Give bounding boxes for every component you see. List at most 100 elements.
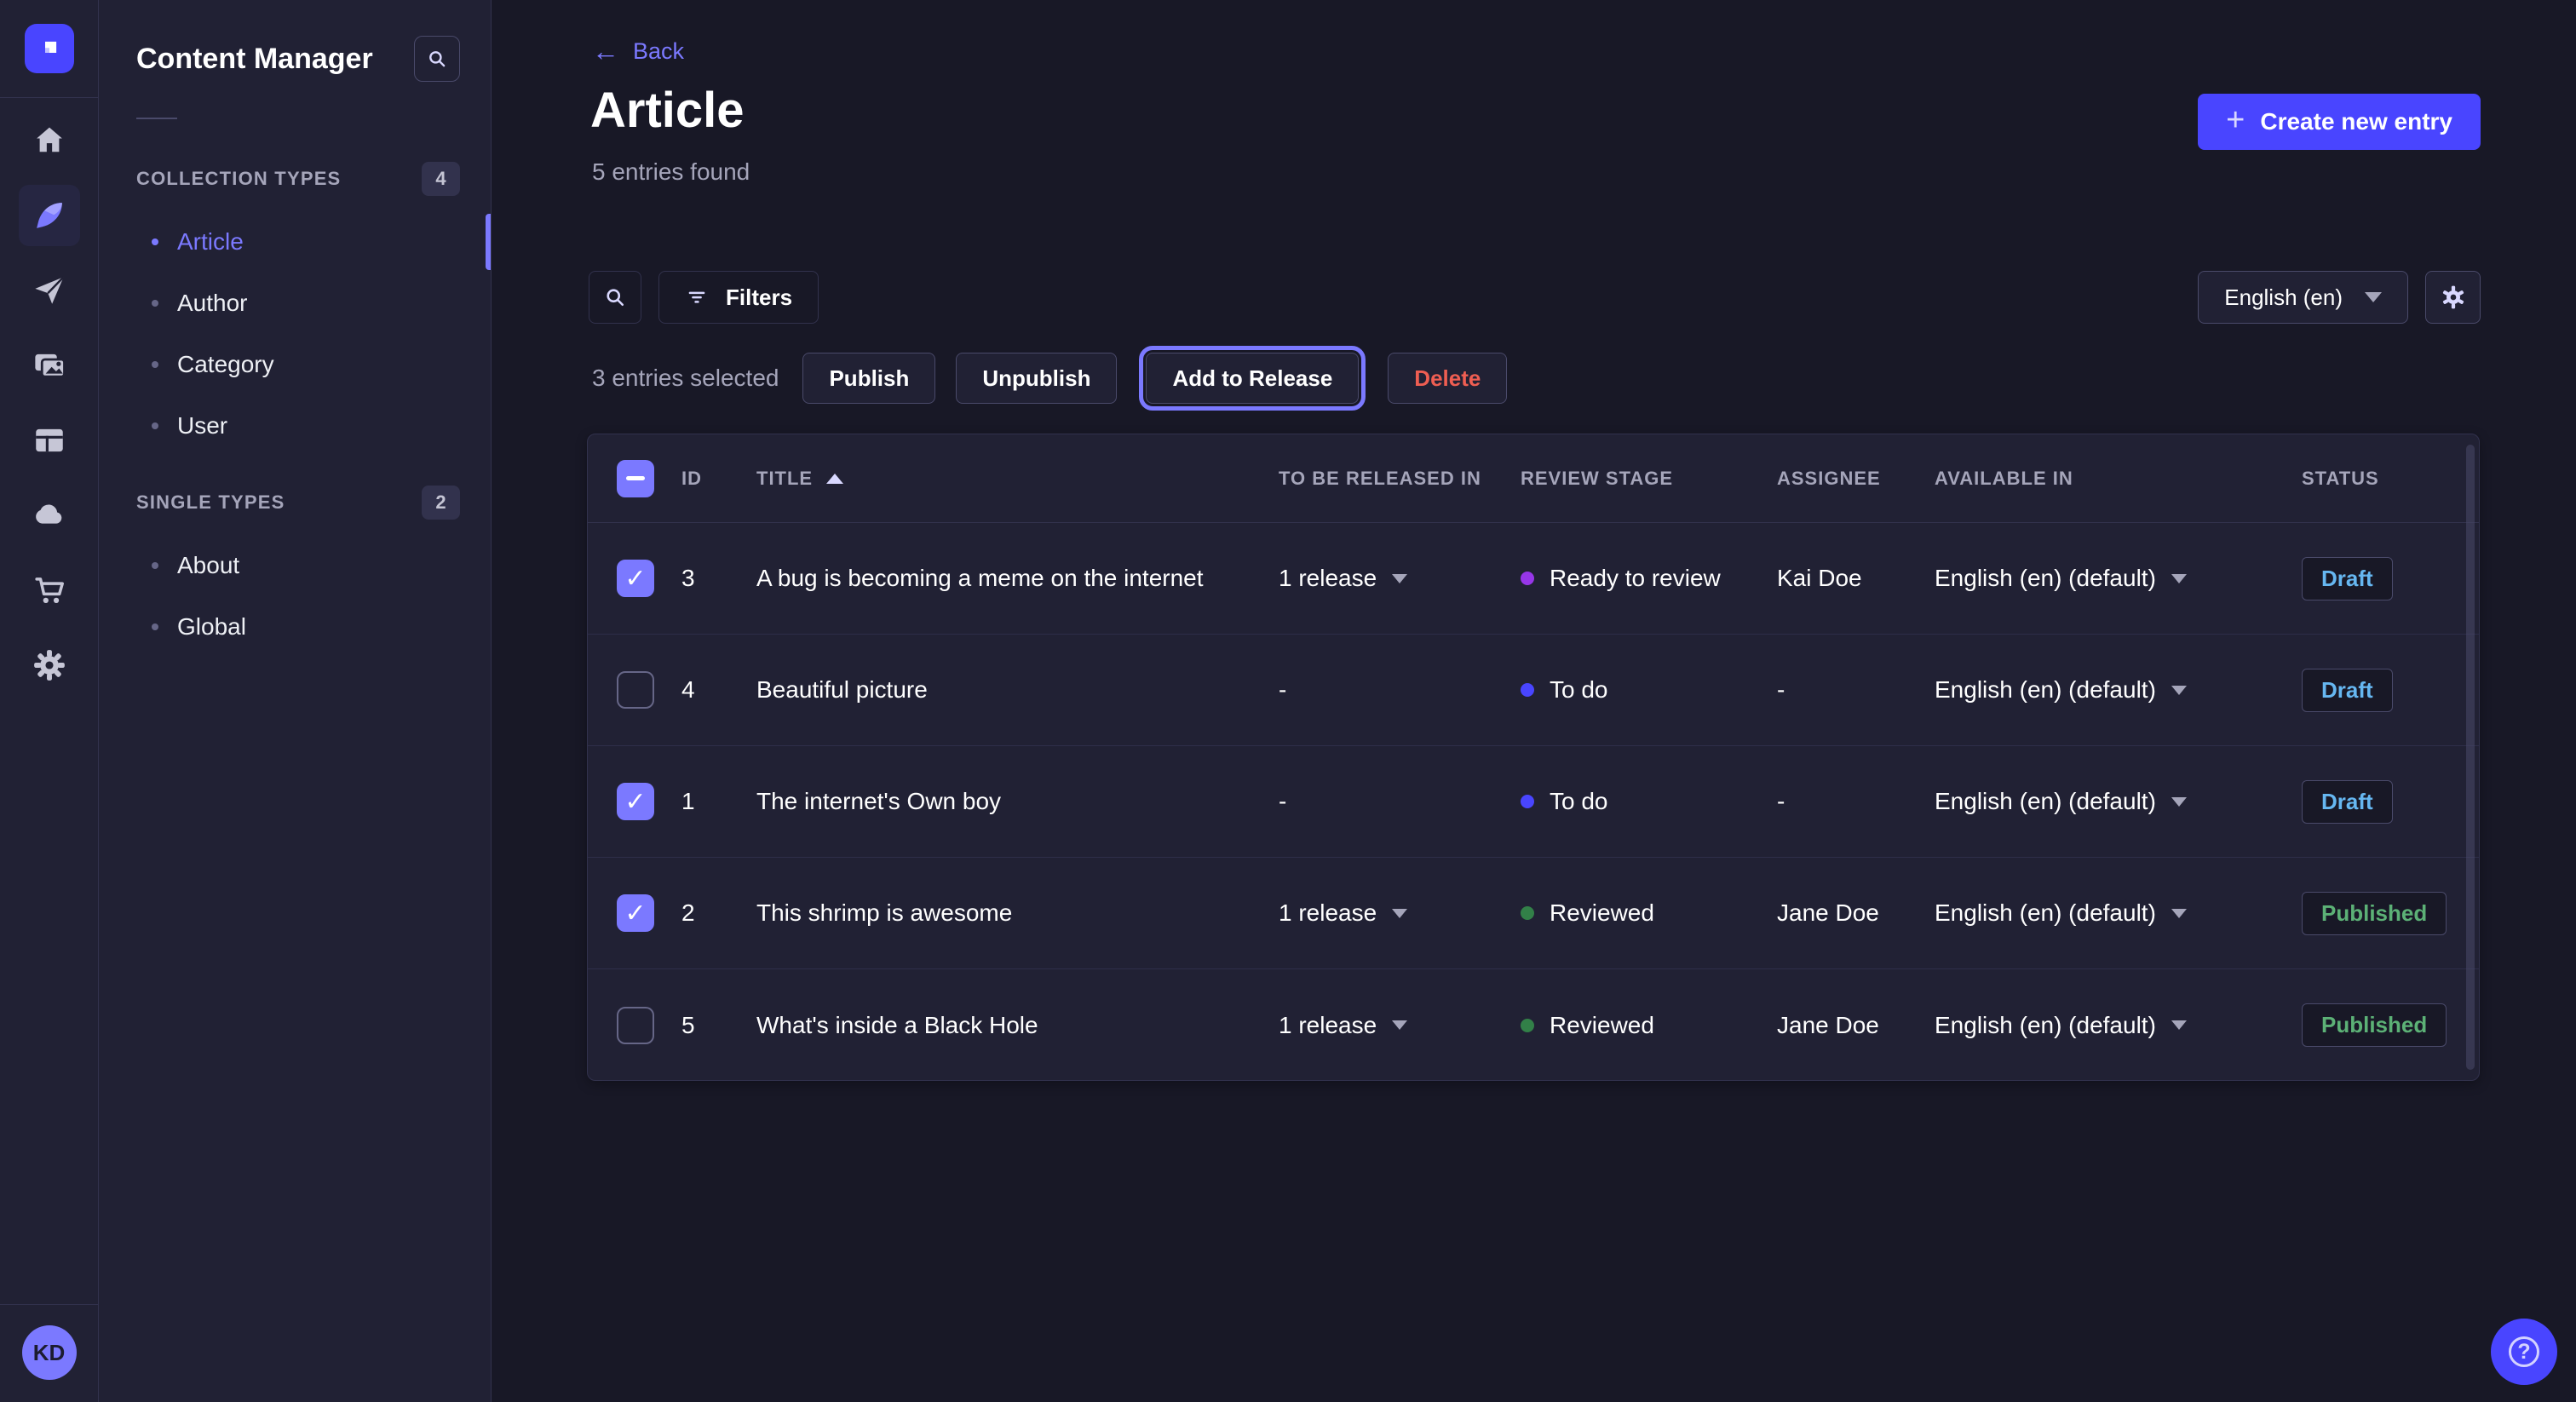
cell-release-dropdown[interactable]: 1 release	[1279, 1012, 1521, 1039]
table-row[interactable]: 4 Beautiful picture - To do - English (e…	[588, 635, 2479, 746]
release-label: 1 release	[1279, 565, 1377, 592]
main-navbar: KD	[0, 0, 99, 1402]
cell-status: Published	[2302, 892, 2480, 935]
view-settings-button[interactable]	[2425, 271, 2481, 324]
table-row[interactable]: 3 A bug is becoming a meme on the intern…	[588, 523, 2479, 635]
cell-status: Published	[2302, 1003, 2480, 1047]
cell-available-in[interactable]: English (en) (default)	[1935, 565, 2302, 592]
cell-review-stage: Reviewed	[1521, 899, 1777, 927]
stage-label: Ready to review	[1550, 565, 1721, 592]
sidebar-item-content-type-builder[interactable]	[19, 410, 80, 471]
cell-title: Beautiful picture	[756, 676, 1279, 704]
cell-review-stage: To do	[1521, 676, 1777, 704]
cell-available-in[interactable]: English (en) (default)	[1935, 899, 2302, 927]
chevron-down-icon	[1392, 574, 1407, 583]
chevron-down-icon	[2171, 574, 2187, 583]
sidebar-item-settings[interactable]	[19, 635, 80, 696]
table-scrollbar[interactable]	[2466, 445, 2475, 1070]
home-icon	[32, 123, 67, 158]
row-checkbox[interactable]	[617, 671, 654, 709]
layout-icon	[32, 422, 67, 458]
sidebar-item-global[interactable]: Global	[99, 596, 491, 658]
sidebar-item-media-library[interactable]	[19, 335, 80, 396]
sidebar-item-content-manager[interactable]	[19, 185, 80, 246]
cell-release-dropdown[interactable]: -	[1279, 788, 1521, 815]
divider	[136, 118, 177, 119]
row-checkbox[interactable]	[617, 560, 654, 597]
cell-available-in[interactable]: English (en) (default)	[1935, 1012, 2302, 1039]
strapi-logo[interactable]	[25, 24, 74, 73]
chevron-down-icon	[2171, 1020, 2187, 1030]
release-label: -	[1279, 676, 1286, 704]
row-locale-label: English (en) (default)	[1935, 1012, 2156, 1039]
search-button[interactable]	[589, 271, 641, 324]
sidebar-item-article[interactable]: Article	[99, 211, 491, 273]
search-icon	[426, 48, 448, 70]
delete-button[interactable]: Delete	[1388, 353, 1507, 404]
back-link[interactable]: ← Back	[592, 37, 684, 65]
cell-review-stage: Reviewed	[1521, 1012, 1777, 1039]
row-checkbox[interactable]	[617, 1007, 654, 1044]
question-mark-icon: ?	[2509, 1336, 2539, 1367]
locale-select[interactable]: English (en)	[2198, 271, 2408, 324]
cell-id: 5	[681, 1012, 756, 1039]
list-toolbar: Filters English (en)	[589, 271, 2481, 324]
cell-id: 3	[681, 565, 756, 592]
help-button[interactable]: ?	[2491, 1319, 2557, 1385]
plus-icon: +	[2226, 104, 2245, 136]
images-icon	[32, 348, 67, 383]
column-header-release: TO BE RELEASED IN	[1279, 468, 1521, 490]
chevron-down-icon	[2171, 686, 2187, 695]
cell-release-dropdown[interactable]: -	[1279, 676, 1521, 704]
row-checkbox[interactable]	[617, 783, 654, 820]
back-arrow-icon: ←	[592, 37, 619, 65]
sidebar-item-label: Category	[177, 351, 274, 378]
bullet-icon	[152, 422, 158, 429]
bullet-icon	[152, 300, 158, 307]
column-header-title[interactable]: TITLE	[756, 468, 1279, 490]
section-collection-types: COLLECTION TYPES 4 Article Author Catego…	[99, 162, 491, 457]
cell-status: Draft	[2302, 780, 2480, 824]
status-badge: Published	[2302, 892, 2447, 935]
cell-available-in[interactable]: English (en) (default)	[1935, 676, 2302, 704]
select-all-checkbox[interactable]	[617, 460, 654, 497]
row-locale-label: English (en) (default)	[1935, 565, 2156, 592]
sidebar-item-marketplace[interactable]	[19, 560, 80, 621]
sidebar-item-category[interactable]: Category	[99, 334, 491, 395]
add-to-release-button[interactable]: Add to Release	[1146, 353, 1359, 404]
cell-title: This shrimp is awesome	[756, 899, 1279, 927]
create-new-entry-label: Create new entry	[2260, 108, 2452, 135]
cell-release-dropdown[interactable]: 1 release	[1279, 899, 1521, 927]
cell-review-stage: Ready to review	[1521, 565, 1777, 592]
search-icon	[603, 285, 627, 309]
sidebar-item-releases[interactable]	[19, 260, 80, 321]
section-count-badge: 4	[422, 162, 460, 196]
cell-id: 2	[681, 899, 756, 927]
sidebar-item-about[interactable]: About	[99, 535, 491, 596]
stage-label: To do	[1550, 788, 1608, 815]
cell-release-dropdown[interactable]: 1 release	[1279, 565, 1521, 592]
sidebar-item-label: Global	[177, 613, 246, 641]
table-row[interactable]: 2 This shrimp is awesome 1 release Revie…	[588, 858, 2479, 969]
subnav-search-button[interactable]	[414, 36, 460, 82]
filters-button[interactable]: Filters	[658, 271, 819, 324]
table-row[interactable]: 1 The internet's Own boy - To do - Engli…	[588, 746, 2479, 858]
publish-button[interactable]: Publish	[802, 353, 935, 404]
bullet-icon	[152, 562, 158, 569]
cell-available-in[interactable]: English (en) (default)	[1935, 788, 2302, 815]
column-header-available-in: AVAILABLE IN	[1935, 468, 2302, 490]
paper-plane-icon	[32, 273, 67, 308]
sidebar-item-deploy[interactable]	[19, 485, 80, 546]
avatar[interactable]: KD	[22, 1325, 77, 1380]
row-checkbox[interactable]	[617, 894, 654, 932]
cell-title: The internet's Own boy	[756, 788, 1279, 815]
unpublish-button[interactable]: Unpublish	[956, 353, 1117, 404]
filters-label: Filters	[726, 284, 792, 311]
sidebar-item-author[interactable]: Author	[99, 273, 491, 334]
sidebar-item-home[interactable]	[19, 110, 80, 171]
sidebar-item-user[interactable]: User	[99, 395, 491, 457]
table-row[interactable]: 5 What's inside a Black Hole 1 release R…	[588, 969, 2479, 1081]
stage-label: Reviewed	[1550, 899, 1654, 927]
cell-assignee: Jane Doe	[1777, 899, 1935, 927]
create-new-entry-button[interactable]: + Create new entry	[2198, 94, 2481, 150]
